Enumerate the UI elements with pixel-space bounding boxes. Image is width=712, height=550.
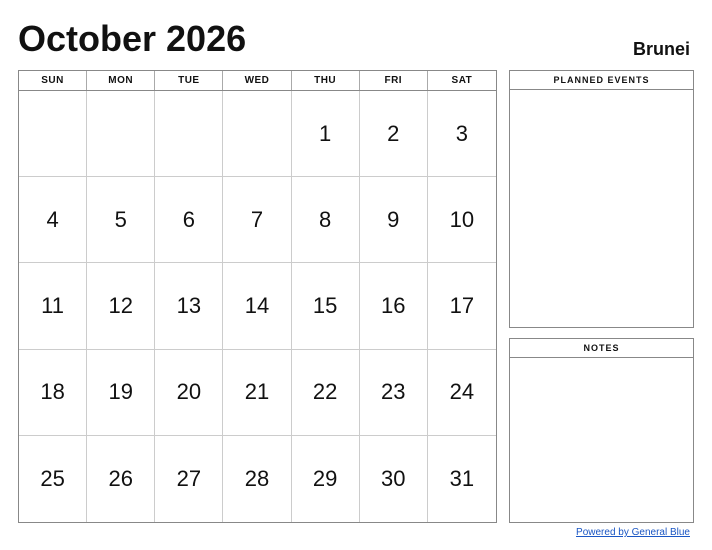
calendar-cell: [223, 91, 291, 177]
calendar-cell: [19, 91, 87, 177]
day-header: THU: [292, 71, 360, 90]
calendar-cell: 18: [19, 350, 87, 436]
calendar-grid: 1234567891011121314151617181920212223242…: [19, 91, 496, 522]
country-label: Brunei: [633, 39, 694, 60]
footer-link[interactable]: Powered by General Blue: [576, 527, 690, 538]
calendar-cell: 31: [428, 436, 496, 522]
footer: Powered by General Blue: [18, 527, 694, 538]
calendar-cell: 22: [292, 350, 360, 436]
day-header: WED: [223, 71, 291, 90]
header: October 2026 Brunei: [18, 18, 694, 60]
day-header: MON: [87, 71, 155, 90]
calendar-cell: 29: [292, 436, 360, 522]
calendar-cell: 28: [223, 436, 291, 522]
sidebar: PLANNED EVENTS NOTES: [509, 70, 694, 523]
calendar-cell: 26: [87, 436, 155, 522]
calendar-cell: 3: [428, 91, 496, 177]
main-area: SUNMONTUEWEDTHUFRISAT 123456789101112131…: [18, 70, 694, 523]
page: October 2026 Brunei SUNMONTUEWEDTHUFRISA…: [0, 0, 712, 550]
day-header: SUN: [19, 71, 87, 90]
calendar-cell: 2: [360, 91, 428, 177]
calendar-cell: 17: [428, 263, 496, 349]
calendar-cell: 10: [428, 177, 496, 263]
calendar-cell: 13: [155, 263, 223, 349]
day-header: FRI: [360, 71, 428, 90]
calendar-cell: 14: [223, 263, 291, 349]
calendar-cell: 16: [360, 263, 428, 349]
calendar-cell: 6: [155, 177, 223, 263]
notes-header: NOTES: [510, 339, 693, 358]
calendar-cell: 21: [223, 350, 291, 436]
calendar-cell: 25: [19, 436, 87, 522]
calendar-cell: 8: [292, 177, 360, 263]
day-headers: SUNMONTUEWEDTHUFRISAT: [19, 71, 496, 91]
calendar-cell: 5: [87, 177, 155, 263]
calendar-cell: 4: [19, 177, 87, 263]
calendar-cell: 11: [19, 263, 87, 349]
calendar-section: SUNMONTUEWEDTHUFRISAT 123456789101112131…: [18, 70, 497, 523]
calendar-cell: 9: [360, 177, 428, 263]
notes-content: [510, 358, 693, 522]
calendar-cell: 20: [155, 350, 223, 436]
calendar-cell: 19: [87, 350, 155, 436]
calendar-cell: 27: [155, 436, 223, 522]
day-header: TUE: [155, 71, 223, 90]
notes-box: NOTES: [509, 338, 694, 523]
calendar-cell: 1: [292, 91, 360, 177]
calendar-cell: 30: [360, 436, 428, 522]
calendar-cell: 15: [292, 263, 360, 349]
planned-events-header: PLANNED EVENTS: [510, 71, 693, 90]
calendar-cell: 24: [428, 350, 496, 436]
calendar-cell: 23: [360, 350, 428, 436]
planned-events-box: PLANNED EVENTS: [509, 70, 694, 328]
day-header: SAT: [428, 71, 496, 90]
calendar-cell: 7: [223, 177, 291, 263]
planned-events-content: [510, 90, 693, 327]
page-title: October 2026: [18, 18, 246, 60]
calendar-cell: 12: [87, 263, 155, 349]
calendar-cell: [155, 91, 223, 177]
calendar-cell: [87, 91, 155, 177]
